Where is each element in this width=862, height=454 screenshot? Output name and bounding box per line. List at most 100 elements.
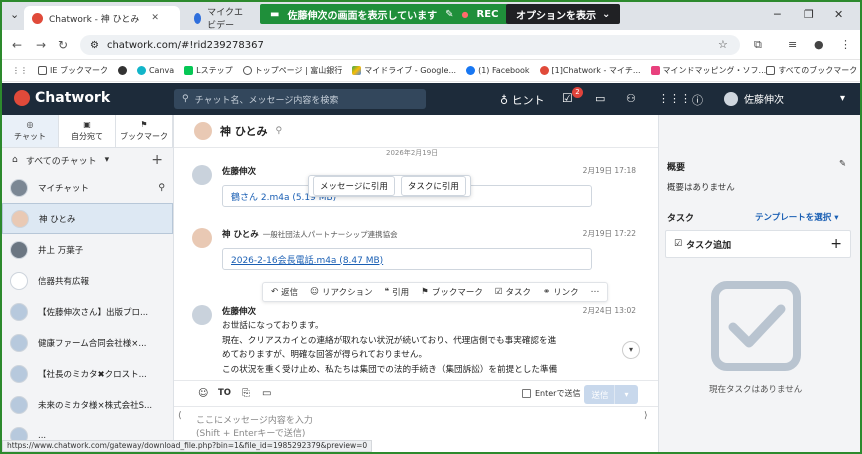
more-button[interactable]: ⋯ <box>591 287 600 297</box>
all-bookmarks[interactable]: すべてのブックマーク <box>766 65 857 76</box>
message-time: 2月19日 17:22 <box>582 229 636 238</box>
apps-grid-icon[interactable]: ⋮⋮⋮ <box>658 92 691 105</box>
send-options-icon[interactable]: ▾ <box>614 385 638 404</box>
reply-button[interactable]: ↶ 返信 <box>271 286 298 298</box>
reload-icon[interactable]: ↻ <box>58 38 68 52</box>
video-icon[interactable]: ▭ <box>262 388 271 399</box>
bookmark-label: IE ブックマーク <box>50 66 108 75</box>
bookmark-item[interactable]: トップページ | 富山銀行 <box>242 65 342 76</box>
bookmark-item[interactable]: Canva <box>136 66 174 75</box>
file-folder-icon[interactable]: ▭ <box>595 92 605 105</box>
tab-mentions[interactable]: ▣ 自分宛て <box>59 115 116 147</box>
user-menu[interactable]: 佐藤伸次 ▾ <box>724 91 845 106</box>
right-panel: 概要 ✎ 概要はありません タスク テンプレートを選択 ▾ ☑ タスク追加 + … <box>658 115 860 452</box>
apps-icon[interactable]: ⋮⋮ <box>12 66 28 75</box>
template-select[interactable]: テンプレートを選択 ▾ <box>755 211 838 223</box>
avatar <box>10 364 28 383</box>
bookmark-item[interactable]: Lステップ <box>184 65 233 76</box>
scroll-down-icon[interactable]: ▾ <box>622 341 640 359</box>
body-line: この状況を重く受け止め、私たちは集団での法的手続き（集団訴訟）を前提とした準備 <box>222 364 558 375</box>
collapse-left-icon[interactable]: ⟨ <box>178 411 182 421</box>
bookmark-button[interactable]: ⚑ ブックマーク <box>421 286 483 298</box>
tab-label: マイクエビデー <box>207 8 243 31</box>
contacts-icon[interactable]: ⚇ <box>626 92 636 105</box>
options-button[interactable]: オプションを表示 ⌄ <box>506 4 621 24</box>
menu-icon[interactable]: ⋮ <box>840 38 851 51</box>
minimize-icon[interactable]: ─ <box>774 8 781 21</box>
mention-icon: ▣ <box>83 120 91 129</box>
tab-label: チャット <box>14 132 46 141</box>
enter-to-send-toggle[interactable]: Enterで送信 <box>522 388 580 399</box>
extensions-icon[interactable]: ⧉ <box>754 38 762 52</box>
sidebar-chat-item[interactable]: 井上 万葉子 <box>2 234 173 265</box>
tab-chatwork[interactable]: Chatwork - 神 ひとみ ✕ <box>24 6 180 30</box>
chat-list: マイチャット ⚲ 神 ひとみ 井上 万葉子 信器共有広報 【佐藤伸次さん】出版プロ... 健… <box>2 172 173 451</box>
link-icon: ⚭ <box>542 287 551 297</box>
tab-second[interactable]: マイクエビデー <box>186 6 256 31</box>
bookmark-item[interactable]: マイドライブ - Google... <box>352 65 456 76</box>
logo-text: Chatwork <box>35 90 111 106</box>
sidebar-chat-item[interactable]: 神 ひとみ <box>2 203 173 234</box>
share-icon: ▬ <box>270 8 280 20</box>
quote-button[interactable]: ❝ 引用 <box>385 286 410 298</box>
bookmark-label: すべてのブックマーク <box>778 66 858 75</box>
edit-icon[interactable]: ✎ <box>839 159 846 169</box>
hint-button[interactable]: ♁ ヒント <box>500 92 545 108</box>
chat-item-label: 未来のミカタ様×株式会社S... <box>38 400 153 411</box>
bookmark-label: [1]Chatwork - マイチ... <box>551 66 641 75</box>
bookmark-label: マイドライブ - Google... <box>364 66 457 75</box>
message-actions: ↶ 返信 ☺ リアクション ❝ 引用 ⚑ ブックマーク ☑ タスク ⚭ リンク ⋯ <box>262 282 609 302</box>
sender-name: 佐藤伸次 <box>222 165 256 177</box>
quote-to-message-button[interactable]: メッセージに引用 <box>313 176 395 196</box>
collapse-right-icon[interactable]: ⟩ <box>644 411 648 421</box>
info-icon[interactable]: ⓘ <box>692 92 703 108</box>
pin-icon[interactable]: ⚲ <box>276 126 283 136</box>
sidebar-chat-item[interactable]: 信器共有広報 <box>2 265 173 296</box>
file-attachment[interactable]: 2026-2-16会長電話.m4a (8.47 MB) <box>222 248 592 270</box>
reaction-button[interactable]: ☺ リアクション <box>310 286 372 298</box>
link-button[interactable]: ⚭ リンク <box>543 286 579 298</box>
mic-off-icon[interactable]: ✎ <box>445 9 453 20</box>
quote-to-task-button[interactable]: タスクに引用 <box>400 176 466 196</box>
bookmark-item[interactable]: [1]Chatwork - マイチ... <box>539 65 641 76</box>
sidebar-chat-item[interactable]: 【佐藤伸次さん】出版プロ... <box>2 296 173 327</box>
add-task-button[interactable]: ☑ タスク追加 + <box>665 230 851 258</box>
tab-chat[interactable]: ◎ チャット <box>2 115 59 147</box>
url-field[interactable]: ⚙ chatwork.com/#!rid239278367 <box>80 35 740 55</box>
close-window-icon[interactable]: ✕ <box>834 8 843 21</box>
caret-down-icon: ▾ <box>104 155 110 165</box>
search-input[interactable]: ⚲ チャット名、メッセージ内容を検索 <box>174 89 426 109</box>
quote-popover: メッセージに引用 タスクに引用 <box>308 175 471 197</box>
attach-icon[interactable]: ⎘ <box>242 388 250 399</box>
pin-icon[interactable]: ⚲ <box>158 183 165 193</box>
sidebar-chat-item[interactable]: マイチャット ⚲ <box>2 172 173 203</box>
back-icon[interactable]: ← <box>12 38 22 52</box>
to-button[interactable]: TO <box>218 388 231 398</box>
chatwork-logo[interactable]: Chatwork <box>14 90 110 106</box>
close-tab-icon[interactable]: ✕ <box>151 13 159 23</box>
task-button[interactable]: ☑ タスク <box>495 286 531 298</box>
chat-item-label: ... <box>38 430 47 441</box>
body-line: お世話になっております。 <box>222 321 324 331</box>
forward-icon[interactable]: → <box>36 38 46 52</box>
add-chat-icon[interactable]: + <box>151 152 163 168</box>
bookmark-item[interactable]: (1) Facebook <box>466 66 530 75</box>
user-name: 佐藤伸次 <box>744 95 784 106</box>
site-info-icon[interactable]: ⚙ <box>90 40 99 51</box>
bookmark-item[interactable]: IE ブックマーク <box>38 65 108 76</box>
profile-icon[interactable]: ● <box>814 38 824 51</box>
media-icon[interactable]: ≡ <box>788 38 797 51</box>
bookmark-item[interactable] <box>117 66 127 75</box>
sidebar-chat-item[interactable]: 【社長のミカタ✖クロスト... <box>2 358 173 389</box>
google-drive-icon <box>352 66 362 75</box>
emoji-icon[interactable]: ☺ <box>198 388 208 399</box>
tab-list-icon[interactable]: ⌄ <box>10 8 19 21</box>
message-placeholder: ここにメッセージ内容を入力 (Shift + Enterキーで送信) <box>196 415 313 441</box>
bookmark-item[interactable]: マインドマッピング・ソフ... <box>650 65 766 76</box>
sidebar-chat-item[interactable]: 未来のミカタ様×株式会社S... <box>2 389 173 420</box>
all-chats-filter[interactable]: ⌂ すべてのチャット ▾ + <box>2 148 173 172</box>
maximize-icon[interactable]: ❐ <box>804 8 814 21</box>
tab-bookmarks[interactable]: ⚑ ブックマーク <box>116 115 173 147</box>
bookmark-star-icon[interactable]: ☆ <box>718 38 728 51</box>
sidebar-chat-item[interactable]: 健康ファーム合同会社様×... <box>2 327 173 358</box>
